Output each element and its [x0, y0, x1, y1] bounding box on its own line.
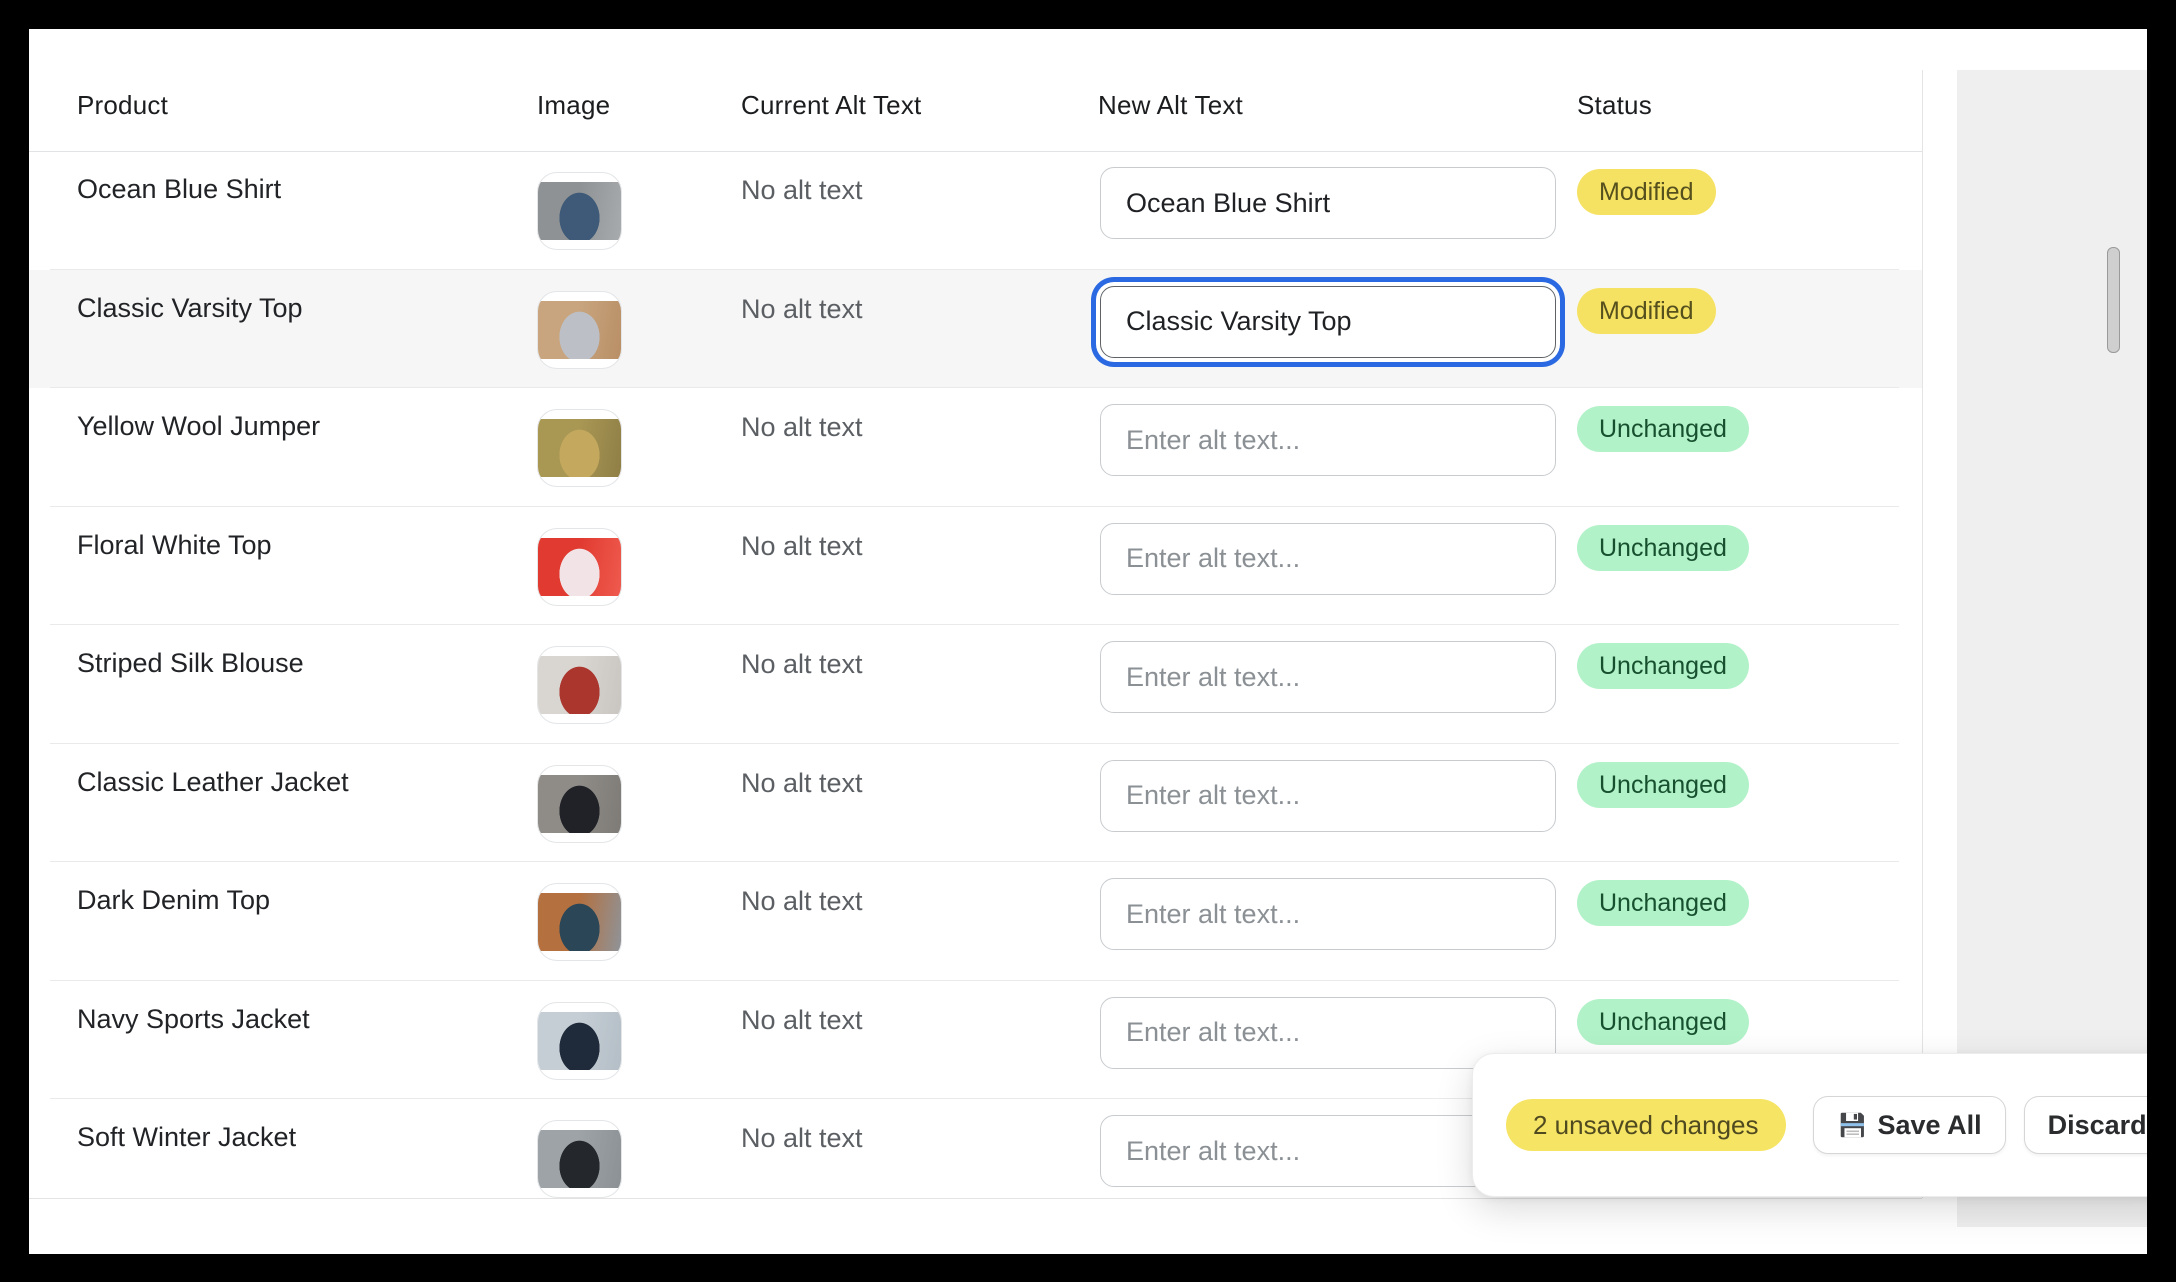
- unsaved-changes-badge: 2 unsaved changes: [1506, 1099, 1786, 1151]
- save-all-label: Save All: [1878, 1110, 1982, 1141]
- floppy-disk-icon: [1837, 1109, 1869, 1141]
- product-name: Floral White Top: [77, 530, 272, 560]
- current-alt-text: No alt text: [741, 1123, 863, 1153]
- product-image-thumbnail: [537, 291, 622, 369]
- product-name: Classic Leather Jacket: [77, 767, 349, 797]
- product-photo: [538, 1012, 621, 1070]
- alt-text-table: Product Image Current Alt Text New Alt T…: [29, 29, 1922, 1199]
- column-header-image: Image: [537, 90, 741, 151]
- status-badge: Unchanged: [1577, 406, 1749, 452]
- discard-button[interactable]: Discard: [2024, 1096, 2147, 1154]
- table-row: Floral White Top No alt text Unchanged: [29, 507, 1922, 626]
- status-badge: Modified: [1577, 169, 1716, 215]
- status-badge: Unchanged: [1577, 880, 1749, 926]
- current-alt-text: No alt text: [741, 294, 863, 324]
- column-header-product: Product: [77, 90, 537, 151]
- product-name: Dark Denim Top: [77, 885, 270, 915]
- current-alt-text: No alt text: [741, 412, 863, 442]
- product-name: Striped Silk Blouse: [77, 648, 304, 678]
- product-photo: [538, 182, 621, 240]
- product-image-thumbnail: [537, 409, 622, 487]
- product-image-thumbnail: [537, 646, 622, 724]
- new-alt-text-input[interactable]: [1100, 523, 1556, 595]
- new-alt-text-input[interactable]: [1100, 760, 1556, 832]
- product-name: Ocean Blue Shirt: [77, 174, 281, 204]
- product-name: Soft Winter Jacket: [77, 1122, 296, 1152]
- status-badge: Unchanged: [1577, 762, 1749, 808]
- table-row: Classic Varsity Top No alt text Modified: [29, 270, 1922, 389]
- column-header-current-alt: Current Alt Text: [741, 90, 1098, 151]
- current-alt-text: No alt text: [741, 886, 863, 916]
- screenshot-frame: Product Image Current Alt Text New Alt T…: [0, 0, 2176, 1282]
- product-image-thumbnail: [537, 528, 622, 606]
- product-photo: [538, 893, 621, 951]
- new-alt-text-input[interactable]: [1100, 641, 1556, 713]
- new-alt-text-input[interactable]: [1100, 878, 1556, 950]
- product-photo: [538, 775, 621, 833]
- product-image-thumbnail: [537, 883, 622, 961]
- current-alt-text: No alt text: [741, 175, 863, 205]
- table-row: Yellow Wool Jumper No alt text Unchanged: [29, 388, 1922, 507]
- current-alt-text: No alt text: [741, 768, 863, 798]
- product-image-thumbnail: [537, 172, 622, 250]
- product-image-thumbnail: [537, 765, 622, 843]
- table-header: Product Image Current Alt Text New Alt T…: [29, 29, 1922, 151]
- app-window: Product Image Current Alt Text New Alt T…: [29, 29, 2147, 1254]
- new-alt-text-input[interactable]: [1100, 404, 1556, 476]
- table-right-border: [1922, 70, 1923, 1198]
- product-photo: [538, 1130, 621, 1188]
- save-all-button[interactable]: Save All: [1813, 1096, 2006, 1154]
- new-alt-text-input[interactable]: [1100, 286, 1556, 358]
- table-row: Ocean Blue Shirt No alt text Modified: [29, 151, 1922, 270]
- product-photo: [538, 538, 621, 596]
- status-badge: Unchanged: [1577, 999, 1749, 1045]
- product-photo: [538, 301, 621, 359]
- current-alt-text: No alt text: [741, 531, 863, 561]
- status-badge: Modified: [1577, 288, 1716, 334]
- product-name: Yellow Wool Jumper: [77, 411, 320, 441]
- table-row: Dark Denim Top No alt text Unchanged: [29, 862, 1922, 981]
- current-alt-text: No alt text: [741, 649, 863, 679]
- table-row: Striped Silk Blouse No alt text Unchange…: [29, 625, 1922, 744]
- product-photo: [538, 656, 621, 714]
- status-badge: Unchanged: [1577, 525, 1749, 571]
- product-name: Classic Varsity Top: [77, 293, 303, 323]
- product-image-thumbnail: [537, 1002, 622, 1080]
- column-header-new-alt: New Alt Text: [1098, 90, 1577, 151]
- current-alt-text: No alt text: [741, 1005, 863, 1035]
- product-name: Navy Sports Jacket: [77, 1004, 310, 1034]
- product-photo: [538, 419, 621, 477]
- table-row: Classic Leather Jacket No alt text Uncha…: [29, 744, 1922, 863]
- unsaved-changes-bar: 2 unsaved changes Save All Discard: [1472, 1053, 2147, 1197]
- new-alt-text-input[interactable]: [1100, 167, 1556, 239]
- scrollbar-thumb[interactable]: [2107, 247, 2120, 353]
- column-header-status: Status: [1577, 90, 1922, 151]
- product-image-thumbnail: [537, 1120, 622, 1198]
- status-badge: Unchanged: [1577, 643, 1749, 689]
